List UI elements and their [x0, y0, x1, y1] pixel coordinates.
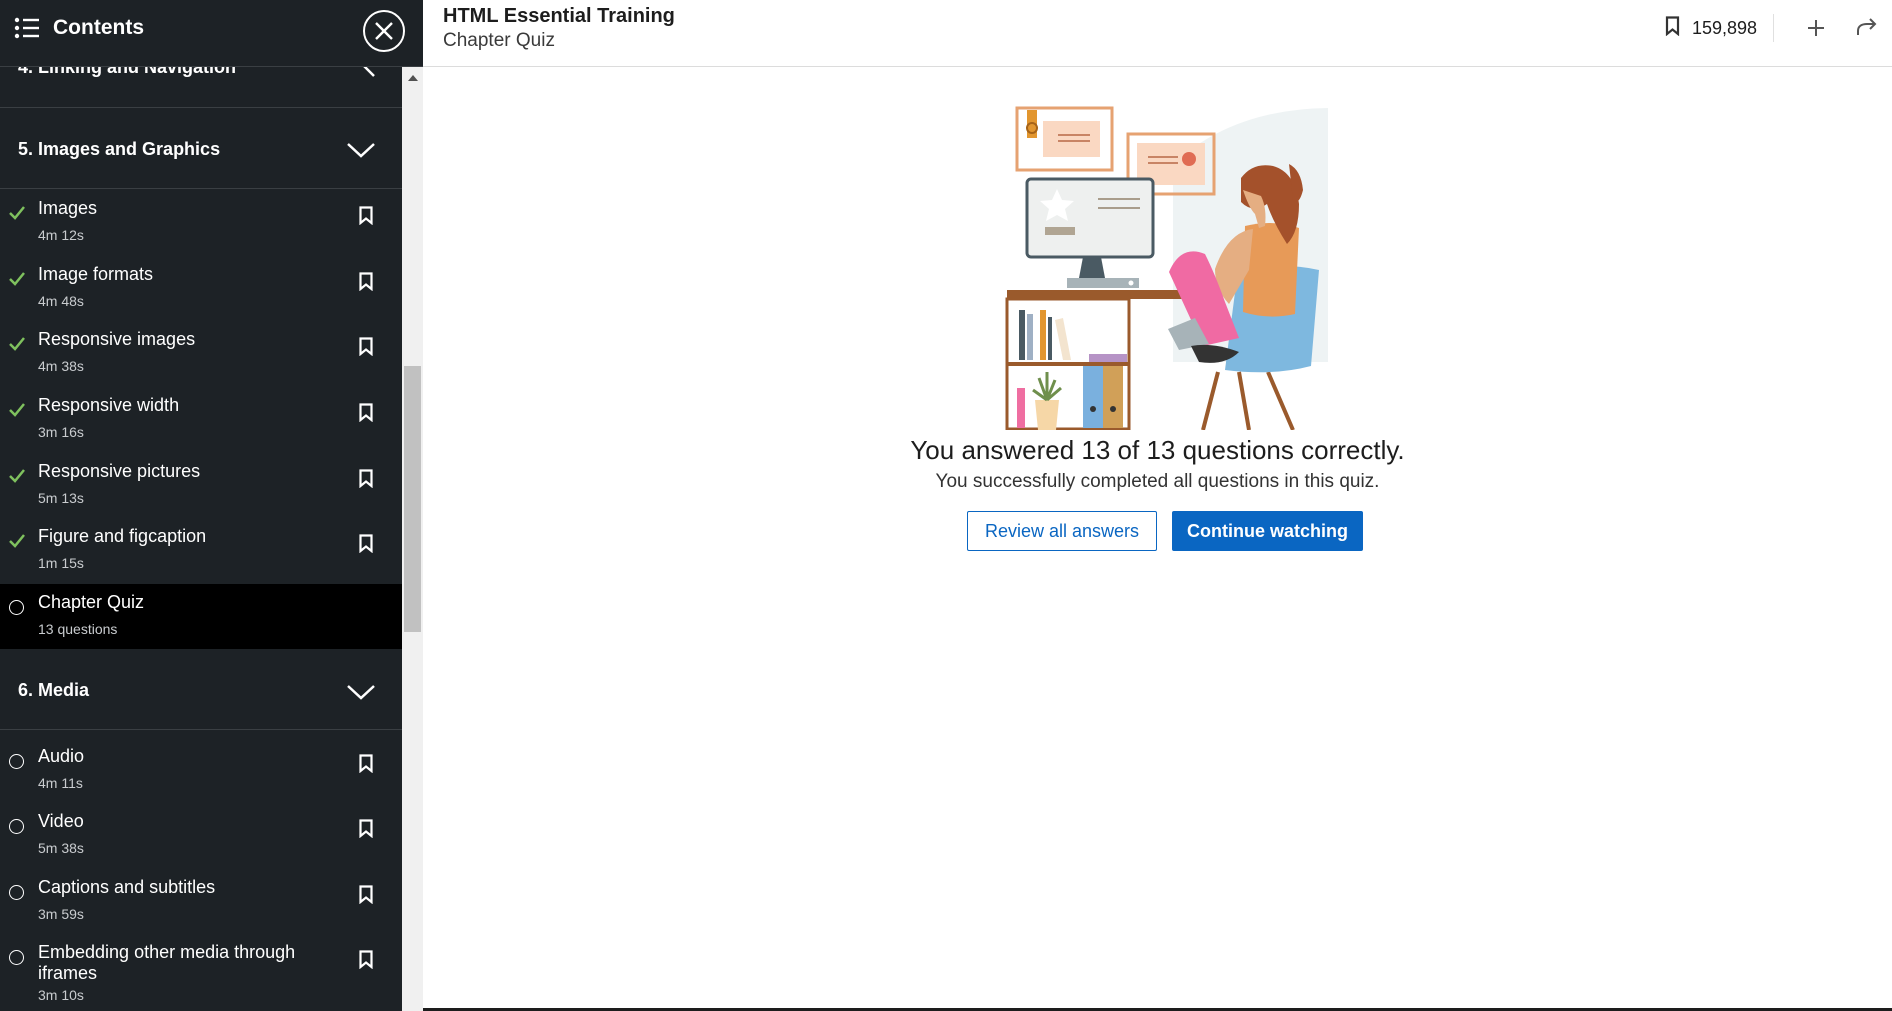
chevron-down-icon — [347, 685, 375, 700]
item-title: Video — [38, 811, 84, 831]
sidebar-list[interactable]: 4. Linking and Navigation 5. Images and … — [0, 0, 402, 1011]
item-title: Chapter Quiz — [38, 592, 145, 612]
item-duration: 4m 48s — [38, 293, 84, 309]
list-item-video[interactable]: Video 5m 38s — [0, 803, 402, 869]
bookmark-icon[interactable] — [359, 206, 373, 225]
list-item-embedding-iframes[interactable]: Embedding other media through iframes 3m… — [0, 934, 402, 1011]
bookmark-icon[interactable] — [359, 403, 373, 422]
add-to-collection-button[interactable] — [1802, 14, 1830, 42]
check-icon — [9, 206, 25, 220]
course-title[interactable]: HTML Essential Training — [443, 5, 675, 28]
item-title: Audio — [38, 746, 85, 766]
check-icon — [9, 272, 25, 286]
item-duration: 3m 16s — [38, 424, 84, 440]
review-all-answers-button[interactable]: Review all answers — [967, 511, 1157, 551]
list-item-chapter-quiz[interactable]: Chapter Quiz 13 questions — [0, 584, 402, 649]
sidebar-title: Contents — [53, 16, 144, 39]
header-divider — [1773, 14, 1774, 42]
plus-icon — [1808, 20, 1824, 36]
close-sidebar-button[interactable] — [363, 10, 405, 52]
saves-count: 159,898 — [1692, 18, 1758, 38]
check-icon — [9, 469, 25, 483]
list-item-responsive-images[interactable]: Responsive images 4m 38s — [0, 321, 402, 387]
bookmark-icon[interactable] — [359, 819, 373, 838]
sidebar-header: Contents — [0, 0, 423, 67]
status-circle-icon — [9, 754, 24, 769]
section-title: 6. Media — [18, 680, 90, 700]
scroll-up-arrow-icon[interactable] — [408, 75, 418, 81]
bookmark-icon[interactable] — [359, 754, 373, 773]
check-icon — [9, 403, 25, 417]
item-duration: 4m 12s — [38, 227, 84, 243]
app-root: 4. Linking and Navigation 5. Images and … — [0, 0, 1892, 1011]
item-duration: 4m 11s — [38, 775, 83, 791]
item-duration: 5m 38s — [38, 840, 84, 856]
scrollbar-thumb[interactable] — [404, 366, 421, 632]
check-icon — [9, 337, 25, 351]
item-title: Embedding other media through — [38, 942, 296, 962]
quiz-complete-illustration — [1005, 106, 1328, 430]
item-title: Captions and subtitles — [38, 877, 216, 897]
item-title: Responsive pictures — [38, 461, 201, 481]
item-title: Responsive images — [38, 329, 196, 349]
list-item-audio[interactable]: Audio 4m 11s — [0, 738, 402, 804]
list-item-figure-figcaption[interactable]: Figure and figcaption 1m 15s — [0, 518, 402, 584]
share-arrow-icon — [1857, 18, 1877, 35]
quiz-result-subtext: You successfully completed all questions… — [935, 471, 1380, 492]
bookmark-icon[interactable] — [359, 885, 373, 904]
bookmark-icon — [1665, 16, 1680, 36]
status-circle-icon — [9, 885, 24, 900]
close-icon — [375, 22, 393, 40]
item-title-line2: iframes — [38, 963, 98, 983]
sidebar-scrollbar[interactable] — [402, 67, 423, 1011]
check-icon — [9, 534, 25, 548]
list-item-responsive-pictures[interactable]: Responsive pictures 5m 13s — [0, 453, 402, 519]
chevron-down-icon — [347, 143, 375, 158]
section-title: 5. Images and Graphics — [18, 139, 221, 159]
save-course-button[interactable]: 159,898 — [1665, 14, 1783, 42]
list-item-responsive-width[interactable]: Responsive width 3m 16s — [0, 387, 402, 453]
item-duration: 3m 10s — [38, 987, 84, 1003]
item-title: Image formats — [38, 264, 154, 284]
status-circle-icon — [9, 950, 24, 965]
section-media[interactable]: 6. Media — [0, 649, 402, 730]
bookmark-icon[interactable] — [359, 534, 373, 553]
item-title: Images — [38, 198, 98, 218]
share-button[interactable] — [1853, 14, 1881, 42]
status-circle-icon — [9, 819, 24, 834]
contents-sidebar: 4. Linking and Navigation 5. Images and … — [0, 0, 423, 1011]
item-duration: 3m 59s — [38, 906, 84, 922]
top-header: HTML Essential Training Chapter Quiz 159… — [423, 0, 1892, 67]
item-duration: 1m 15s — [38, 555, 84, 571]
list-item-captions-subtitles[interactable]: Captions and subtitles 3m 59s — [0, 869, 402, 935]
page-subtitle: Chapter Quiz — [443, 30, 555, 51]
bookmark-icon[interactable] — [359, 469, 373, 488]
bookmark-icon[interactable] — [359, 337, 373, 356]
item-title: Figure and figcaption — [38, 526, 207, 546]
item-title: Responsive width — [38, 395, 180, 415]
status-circle-icon — [9, 600, 24, 615]
bookmark-icon[interactable] — [359, 272, 373, 291]
item-duration: 13 questions — [38, 621, 118, 637]
list-icon — [14, 17, 39, 39]
quiz-result-headline: You answered 13 of 13 questions correctl… — [910, 435, 1405, 465]
item-duration: 5m 13s — [38, 490, 84, 506]
bookmark-icon[interactable] — [359, 950, 373, 969]
list-item-images[interactable]: Images 4m 12s — [0, 190, 402, 256]
continue-watching-button[interactable]: Continue watching — [1172, 511, 1363, 551]
item-duration: 4m 38s — [38, 358, 84, 374]
list-item-image-formats[interactable]: Image formats 4m 48s — [0, 256, 402, 322]
section-images-graphics[interactable]: 5. Images and Graphics — [0, 108, 402, 189]
